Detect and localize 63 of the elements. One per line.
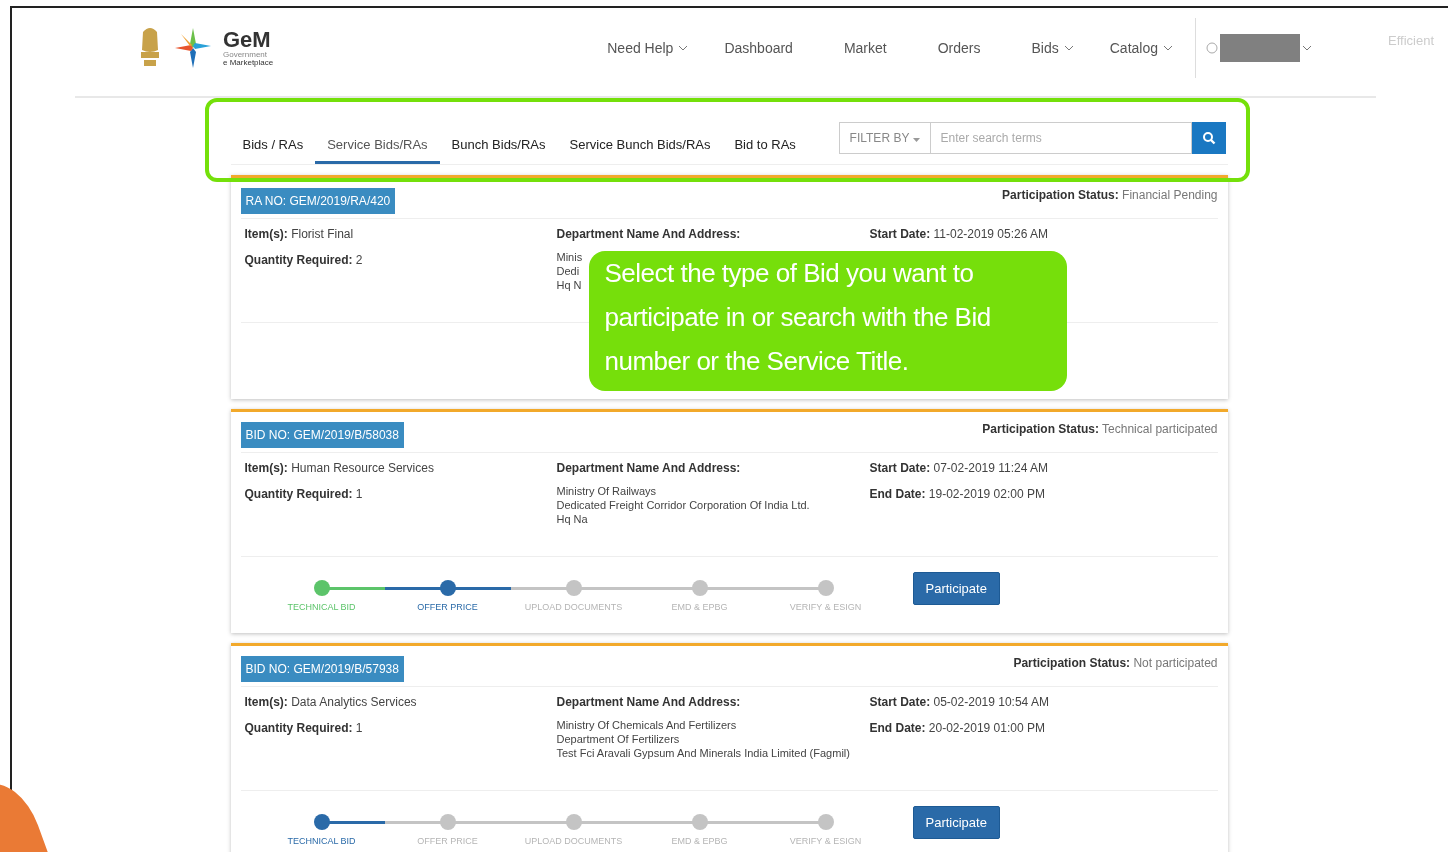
department-label: Department Name And Address: [556,227,742,241]
step-label: VERIFY & ESIGN [789,835,862,846]
participation-status: Participation Status: Technical participated [982,422,1218,436]
step-label: TECHNICAL BID [287,835,356,846]
logo-subtitle: e Marketplace [223,59,274,67]
logo-title: GeM [223,29,272,51]
items-text: Item(s): Florist Final [244,227,355,241]
address-line: Ministry Of Railways [556,485,657,497]
address-line: Test Fci Aravali Gypsum And Minerals India Limited (Fagmil) [556,747,850,759]
start-date: Start Date: 07-02-2019 11:24 AM [869,461,1050,475]
address-line: Minis [556,251,583,263]
department-label: Department Name And Address: [556,695,742,709]
end-date: End Date: 19-02-2019 02:00 PM [869,487,1046,501]
tab[interactable]: Service Bids/RAs [315,127,440,164]
quantity-text: Quantity Required: 1 [244,487,364,501]
nav-link[interactable]: Catalog [1109,40,1158,56]
address-line: Dedi [556,265,580,277]
tab[interactable]: Bid to RAs [722,127,808,164]
participation-status: Participation Status: Not participated [1013,656,1218,670]
step-label: VERIFY & ESIGN [789,601,862,612]
step-label: TECHNICAL BID [287,601,356,612]
address-line: Department Of Fertilizers [556,733,680,745]
step-label: UPLOAD DOCUMENTS [524,835,623,846]
end-date: End Date: 20-02-2019 01:00 PM [869,721,1046,735]
nav-link[interactable]: Need Help [607,40,674,56]
search-field[interactable]: Enter search terms [930,122,1192,154]
step-label: OFFER PRICE [417,601,478,612]
caret-icon[interactable] [1302,45,1312,51]
address-line: Dedicated Freight Corridor Corporation Of India Ltd. [556,499,810,511]
nav-link[interactable]: Dashboard [724,40,793,56]
items-text: Item(s): Human Resource Services [244,461,435,475]
nav-link[interactable]: Bids [1031,40,1059,56]
quantity-text: Quantity Required: 1 [244,721,364,735]
start-date: Start Date: 11-02-2019 05:26 AM [869,227,1050,241]
tab[interactable]: Bunch Bids/RAs [439,127,558,164]
nav-link[interactable]: Market [843,40,887,56]
caret-icon [912,138,920,142]
department-label: Department Name And Address: [556,461,742,475]
start-date: Start Date: 05-02-2019 10:54 AM [869,695,1050,709]
step-label: UPLOAD DOCUMENTS [524,601,623,612]
nav-link[interactable]: Orders [937,40,981,56]
step-label: OFFER PRICE [417,835,478,846]
tab[interactable]: Service Bunch Bids/RAs [557,127,723,164]
participate-button[interactable]: Participate [912,571,1000,605]
user-icon [1206,42,1218,54]
participation-status: Participation Status: Financial Pending [1002,188,1218,202]
logo-subtitle: Government [223,51,269,59]
step-label: EMD & EPBG [671,835,728,846]
quantity-text: Quantity Required: 2 [244,253,364,267]
bid-number-badge: BID NO: GEM/2019/B/57938 [240,656,404,682]
filter-dropdown[interactable]: FILTER BY [838,122,931,154]
participate-button[interactable]: Participate [912,805,1000,839]
step-label: EMD & EPBG [671,601,728,612]
items-text: Item(s): Data Analytics Services [244,695,418,709]
search-button[interactable] [1191,122,1226,154]
address-line: Ministry Of Chemicals And Fertilizers [556,719,737,731]
address-line: Hq N [556,279,582,291]
bid-number-badge: BID NO: GEM/2019/B/58038 [240,422,404,448]
search-icon [1201,131,1216,145]
bid-number-badge: RA NO: GEM/2019/RA/420 [240,188,396,214]
callout-note: Select the type of Bid you want to participate in or search with the Bid number or the Service Title. [588,251,1067,391]
address-line: Hq Na [556,513,588,525]
tab[interactable]: Bids / RAs [230,127,316,164]
